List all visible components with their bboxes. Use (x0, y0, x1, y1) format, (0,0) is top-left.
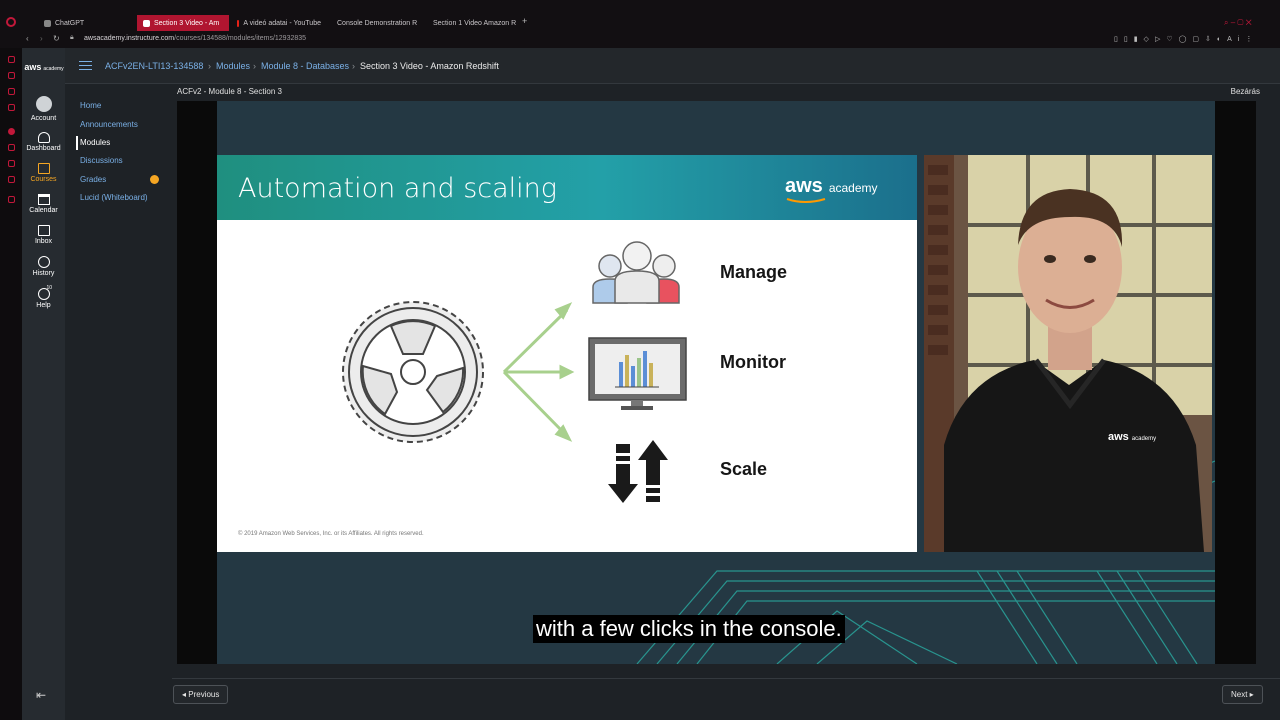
breadcrumb: ACFv2EN-LTI13-134588 › Modules › Module … (65, 48, 1280, 84)
course-nav-discussions[interactable]: Discussions (80, 156, 123, 165)
collapse-nav-icon[interactable]: ⇤ (36, 688, 46, 702)
tab-label: A videó adatai - YouTube (243, 19, 321, 27)
help-icon: 10 (37, 285, 53, 300)
courses-icon (37, 163, 50, 174)
new-tab-button[interactable]: + (522, 16, 527, 26)
breadcrumb-separator: › (253, 61, 256, 71)
copyright-text: © 2019 Amazon Web Services, Inc. or its … (238, 531, 424, 537)
dashboard-icon (37, 132, 50, 143)
course-nav-announcements[interactable]: Announcements (80, 120, 138, 129)
sidebar-icon[interactable] (8, 128, 15, 135)
sidebar-icon[interactable] (8, 56, 15, 63)
tab-label: ChatGPT (55, 19, 85, 27)
nav-inbox[interactable]: Inbox (22, 225, 65, 245)
nav-dashboard[interactable]: Dashboard (22, 132, 65, 152)
nav-label: Help (36, 302, 51, 309)
module-title: ACFv2 - Module 8 - Section 3 (177, 87, 282, 96)
tab-section1-video[interactable]: Section 1 Video Amazon R (423, 15, 519, 31)
course-nav-lucid[interactable]: Lucid (Whiteboard) (80, 193, 148, 202)
browser-toolbar-icons[interactable]: ▯▯▮◇▷♡◯▢⇩◐Ai⋮ (1114, 35, 1258, 43)
scale-arrows-icon (608, 440, 668, 503)
tab-console-demo[interactable]: Console Demonstration R (327, 15, 423, 31)
sidebar-icon[interactable] (8, 72, 15, 79)
breadcrumb-modules[interactable]: Modules (216, 61, 250, 71)
page-footer (172, 678, 1280, 720)
previous-button[interactable]: ◂ Previous (173, 685, 229, 704)
gear-icon (342, 301, 484, 443)
presenter-image (924, 155, 1212, 552)
next-button[interactable]: Next ▸ (1222, 685, 1263, 704)
tab-label: Section 3 Video - Am (154, 19, 220, 27)
sidebar-icon[interactable] (8, 144, 15, 151)
forward-icon[interactable]: › (40, 34, 43, 43)
sidebar-icon[interactable] (8, 176, 15, 183)
nav-label: Dashboard (26, 145, 61, 152)
browser-tab-bar: ChatGPT Section 3 Video - Am A videó ada… (0, 0, 1280, 32)
label-manage: Manage (720, 262, 788, 282)
nav-label: History (32, 270, 55, 277)
inbox-icon (37, 225, 50, 236)
aws-academy-logo[interactable]: aws academy (23, 62, 65, 72)
reload-icon[interactable]: ↻ (53, 34, 60, 43)
active-indicator (76, 136, 78, 150)
nav-help[interactable]: 10 Help (22, 285, 65, 309)
nav-label: Account (30, 115, 57, 122)
users-icon (592, 241, 680, 304)
label-scale: Scale (720, 459, 768, 479)
lock-icon: 🔒︎ (70, 34, 74, 41)
sidebar-icon[interactable] (8, 160, 15, 167)
breadcrumb-course[interactable]: ACFv2EN-LTI13-134588 (105, 61, 203, 71)
sidebar-icon[interactable] (8, 196, 15, 203)
back-icon[interactable]: ‹ (26, 34, 29, 43)
module-toolbar: ACFv2 - Module 8 - Section 3 Bezárás (177, 87, 1260, 99)
account-icon (35, 96, 52, 112)
course-nav: Home Announcements Modules Discussions G… (65, 84, 172, 720)
nav-label: Inbox (34, 238, 53, 245)
label-monitor: Monitor (720, 352, 786, 372)
course-nav-modules[interactable]: Modules (80, 138, 110, 147)
breadcrumb-current: Section 3 Video - Amazon Redshift (360, 61, 499, 71)
history-icon (37, 256, 50, 268)
sidebar-icon[interactable] (8, 104, 15, 111)
arrows-icon (502, 302, 575, 442)
opera-sidebar (0, 48, 22, 720)
shirt-logo: aws academy (1108, 431, 1157, 443)
slide-graphics (342, 241, 687, 503)
speaker-icon (143, 19, 150, 27)
course-nav-grades[interactable]: Grades (80, 175, 106, 184)
nav-label: Courses (30, 176, 57, 183)
opera-logo-icon[interactable] (6, 17, 16, 27)
youtube-icon (237, 19, 240, 27)
nav-courses[interactable]: Courses (22, 163, 65, 183)
breadcrumb-module-8[interactable]: Module 8 - Databases (261, 61, 349, 71)
nav-label: Calendar (29, 207, 58, 214)
tab-label: Section 1 Video Amazon R (433, 19, 517, 27)
window-controls[interactable]: ⌕ – ▢ ✕ (1224, 18, 1252, 28)
breadcrumb-separator: › (352, 61, 355, 71)
chatgpt-icon (44, 19, 51, 27)
tab-youtube[interactable]: A videó adatai - YouTube (231, 15, 327, 31)
hamburger-menu-icon[interactable] (79, 61, 92, 70)
monitor-icon (588, 337, 687, 410)
nav-calendar[interactable]: Calendar (22, 194, 65, 214)
sidebar-icon[interactable] (8, 88, 15, 95)
close-button[interactable]: Bezárás (1231, 87, 1260, 96)
nav-history[interactable]: History (22, 256, 65, 277)
subtitle-caption: with a few clicks in the console. (533, 615, 845, 643)
url-field[interactable]: awsacademy.instructure.com/courses/13458… (84, 35, 306, 42)
tab-section3-video[interactable]: Section 3 Video - Am (137, 15, 229, 31)
global-nav: aws academy Account Dashboard Courses Cal… (22, 48, 65, 720)
slide: Automation and scaling aws academy Manag… (217, 155, 917, 552)
help-badge: 10 (46, 285, 53, 291)
presenter-video: aws academy (924, 155, 1212, 552)
nav-account[interactable]: Account (22, 96, 65, 122)
tab-label: Console Demonstration R (337, 19, 418, 27)
breadcrumb-separator: › (208, 61, 211, 71)
calendar-icon (37, 194, 50, 205)
tab-chatgpt[interactable]: ChatGPT (38, 15, 134, 31)
course-nav-home[interactable]: Home (80, 101, 101, 110)
grades-badge (150, 175, 159, 184)
address-bar: ‹ › ↻ 🔒︎ awsacademy.instructure.com/cour… (0, 32, 1280, 48)
